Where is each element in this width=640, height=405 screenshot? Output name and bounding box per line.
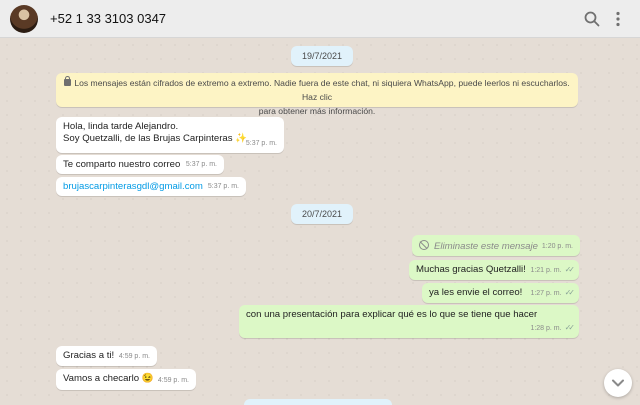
avatar[interactable] <box>10 5 38 33</box>
message-text: Te comparto nuestro correo <box>63 159 181 170</box>
message-text: Hola, linda tarde Alejandro. <box>63 121 179 132</box>
chat-header: +52 1 33 3103 0347 <box>0 0 640 38</box>
message-text: Gracias a ti! <box>63 350 115 361</box>
message-text: con una presentación para explicar qué e… <box>246 309 538 320</box>
message-time: 1:27 p. m. ✓✓ <box>530 287 576 300</box>
message-text: ya les envie el correo! <box>429 287 523 298</box>
message-bubble[interactable]: ya les envie el correo! 1:27 p. m. ✓✓ <box>422 283 579 303</box>
message-time-text: 1:27 p. m. <box>530 290 562 297</box>
message-bubble[interactable]: brujascarpinterasgdl@gmail.com 5:37 p. m… <box>56 177 246 196</box>
message-text: Vamos a checarlo 😉 <box>63 373 154 384</box>
blocked-icon <box>419 240 429 250</box>
message-time: 1:21 p. m. ✓✓ <box>530 264 576 277</box>
message-bubble[interactable]: Eliminaste este mensaje 1:20 p. m. <box>412 235 580 256</box>
message-text: Muchas gracias Quetzalli! <box>416 264 526 275</box>
message-text: Eliminaste este mensaje <box>434 241 538 252</box>
double-check-icon: ✓✓ <box>564 288 576 297</box>
notice-line-2: para obtener más información. <box>258 106 376 116</box>
lock-icon <box>64 76 72 86</box>
notice-line-1: Los mensajes están cifrados de extremo a… <box>74 78 570 102</box>
double-check-icon: ✓✓ <box>564 323 576 332</box>
message-time: 4:59 p. m. <box>118 353 150 360</box>
message-time: 4:59 p. m. <box>157 377 189 384</box>
message-bubble[interactable]: Gracias a ti! 4:59 p. m. <box>56 346 157 366</box>
search-icon[interactable] <box>582 9 602 29</box>
message-bubble[interactable]: Hola, linda tarde Alejandro. Soy Quetzal… <box>56 117 284 153</box>
message-bubble[interactable]: Te comparto nuestro correo 5:37 p. m. <box>56 155 224 174</box>
message-time: 1:28 p. m. ✓✓ <box>530 322 576 335</box>
partial-date-divider <box>244 399 392 405</box>
message-time-text: 1:21 p. m. <box>530 267 562 274</box>
chevron-down-icon <box>612 379 624 387</box>
encryption-notice[interactable]: Los mensajes están cifrados de extremo a… <box>56 73 578 116</box>
scroll-down-button[interactable] <box>604 369 632 397</box>
double-check-icon: ✓✓ <box>564 265 576 274</box>
contact-name[interactable]: +52 1 33 3103 0347 <box>50 11 166 26</box>
message-time: 5:37 p. m. <box>185 161 217 168</box>
message-bubble[interactable]: Vamos a checarlo 😉 4:59 p. m. <box>56 369 196 390</box>
date-divider: 20/7/2021 <box>291 204 354 224</box>
message-time: 1:20 p. m. <box>541 243 573 250</box>
email-link[interactable]: brujascarpinterasgdl@gmail.com <box>63 181 203 192</box>
message-list[interactable]: 19/7/2021 Los mensajes están cifrados de… <box>0 38 640 405</box>
date-divider: 19/7/2021 <box>291 46 354 66</box>
message-time-text: 1:28 p. m. <box>530 325 562 332</box>
message-time: 5:37 p. m. <box>207 183 239 190</box>
message-time: 5:37 p. m. <box>245 140 277 147</box>
message-bubble[interactable]: Muchas gracias Quetzalli! 1:21 p. m. ✓✓ <box>409 260 579 280</box>
menu-icon[interactable] <box>608 9 628 29</box>
message-bubble[interactable]: con una presentación para explicar qué e… <box>239 305 579 338</box>
